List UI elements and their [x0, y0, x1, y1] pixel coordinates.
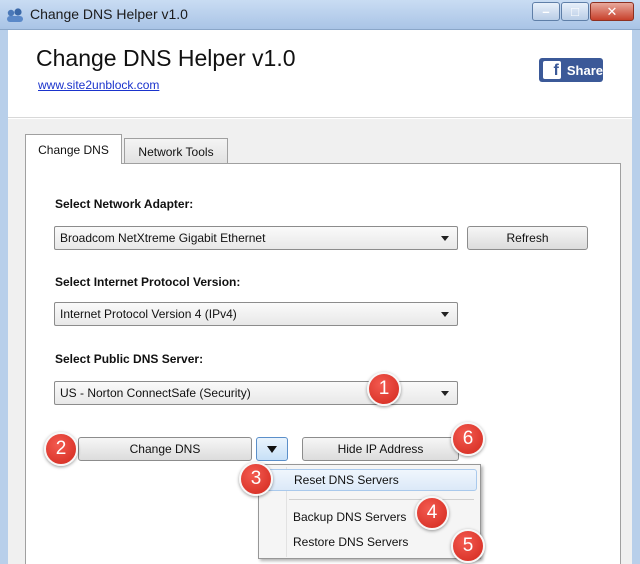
annotation-badge-3: 3 [239, 462, 273, 496]
annotation-badge-1: 1 [367, 372, 401, 406]
window-frame-left [0, 30, 8, 564]
hide-ip-button[interactable]: Hide IP Address [302, 437, 459, 461]
maximize-icon: □ [571, 4, 579, 19]
protocol-version-value: Internet Protocol Version 4 (IPv4) [60, 307, 237, 321]
maximize-button[interactable]: □ [561, 2, 589, 21]
close-button[interactable]: ✕ [590, 2, 634, 21]
menu-item-reset-dns[interactable]: Reset DNS Servers [262, 469, 477, 491]
chevron-down-icon [441, 391, 449, 396]
app-header: Change DNS Helper v1.0 www.site2unblock.… [8, 30, 632, 118]
tab-change-dns[interactable]: Change DNS [25, 134, 122, 164]
menu-item-restore-dns[interactable]: Restore DNS Servers [262, 531, 477, 553]
window-controls: – □ ✕ [531, 2, 634, 22]
menu-separator [289, 499, 474, 500]
annotation-badge-6: 6 [451, 422, 485, 456]
refresh-button[interactable]: Refresh [467, 226, 588, 250]
app-title: Change DNS Helper v1.0 [36, 45, 296, 71]
close-icon: ✕ [606, 3, 618, 19]
protocol-version-select[interactable]: Internet Protocol Version 4 (IPv4) [54, 302, 458, 326]
tab-network-tools[interactable]: Network Tools [124, 138, 228, 165]
network-adapter-value: Broadcom NetXtreme Gigabit Ethernet [60, 231, 266, 245]
dropdown-arrow-icon [267, 445, 277, 453]
dns-server-label: Select Public DNS Server: [55, 352, 204, 366]
site-link[interactable]: www.site2unblock.com [38, 78, 159, 92]
change-dns-button[interactable]: Change DNS [78, 437, 252, 461]
chevron-down-icon [441, 312, 449, 317]
network-adapter-select[interactable]: Broadcom NetXtreme Gigabit Ethernet [54, 226, 458, 250]
adapter-label: Select Network Adapter: [55, 197, 194, 211]
minimize-icon: – [542, 4, 550, 19]
window-titlebar[interactable]: Change DNS Helper v1.0 – □ ✕ [0, 0, 640, 30]
share-label: Share [566, 62, 603, 78]
facebook-icon: f [543, 61, 561, 79]
annotation-badge-2: 2 [44, 432, 78, 466]
annotation-badge-5: 5 [451, 529, 485, 563]
window-title: Change DNS Helper v1.0 [30, 6, 188, 22]
annotation-badge-4: 4 [415, 496, 449, 530]
protocol-label: Select Internet Protocol Version: [55, 275, 241, 289]
window-frame-right [632, 30, 640, 564]
facebook-share-button[interactable]: f Share [539, 58, 603, 82]
dns-options-dropdown-button[interactable] [256, 437, 288, 461]
chevron-down-icon [441, 236, 449, 241]
app-icon [7, 8, 23, 22]
dns-server-value: US - Norton ConnectSafe (Security) [60, 386, 251, 400]
minimize-button[interactable]: – [532, 2, 560, 21]
